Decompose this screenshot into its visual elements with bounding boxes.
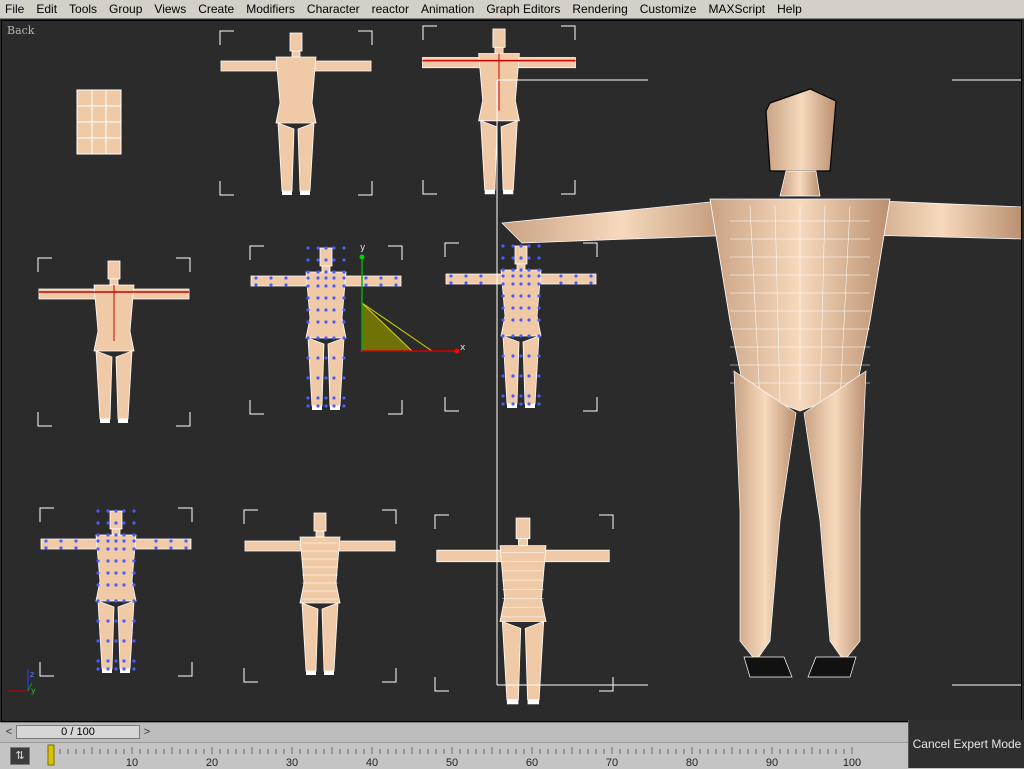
menu-views[interactable]: Views: [148, 0, 192, 18]
current-frame-marker[interactable]: [47, 744, 55, 766]
menu-reactor[interactable]: reactor: [366, 0, 415, 18]
menu-bar: File Edit Tools Group Views Create Modifiers Ch…: [0, 0, 1024, 19]
ruler-tick-label: 20: [206, 757, 218, 769]
menu-create[interactable]: Create: [192, 0, 240, 18]
character-figure[interactable]: [40, 509, 192, 673]
menu-graph-editors[interactable]: Graph Editors: [480, 0, 566, 18]
ruler-tick-label: 80: [686, 757, 698, 769]
menu-tools[interactable]: Tools: [63, 0, 103, 18]
menu-animation[interactable]: Animation: [415, 0, 480, 18]
time-slider[interactable]: 0 / 100: [16, 725, 140, 739]
menu-file[interactable]: File: [0, 0, 30, 18]
menu-help[interactable]: Help: [771, 0, 808, 18]
character-figure[interactable]: [220, 32, 372, 195]
time-slider-next-button[interactable]: >: [140, 725, 154, 740]
character-models[interactable]: [37, 25, 1022, 705]
character-figure[interactable]: [445, 244, 597, 408]
world-axis-tripod: z y: [8, 669, 36, 695]
menu-character[interactable]: Character: [301, 0, 366, 18]
ruler-tick-label: 90: [766, 757, 778, 769]
ruler-tick-label: 10: [126, 757, 138, 769]
character-figure[interactable]: [244, 512, 396, 675]
menu-modifiers[interactable]: Modifiers: [240, 0, 301, 18]
time-slider-bar: < 0 / 100 >: [0, 722, 1024, 743]
viewport-back[interactable]: Back y x z y: [1, 20, 1022, 722]
box-primitive[interactable]: [76, 89, 122, 155]
character-figure[interactable]: [436, 517, 610, 705]
cancel-expert-mode-button[interactable]: Cancel Expert Mode: [908, 720, 1024, 768]
menu-customize[interactable]: Customize: [634, 0, 703, 18]
svg-text:y: y: [31, 686, 36, 695]
menu-group[interactable]: Group: [103, 0, 148, 18]
character-figure[interactable]: [38, 260, 190, 423]
menu-maxscript[interactable]: MAXScript: [702, 0, 771, 18]
gizmo-x-label: x: [460, 343, 466, 353]
frame-ruler[interactable]: 10 20 30 40 50 60 70 80 90 100: [40, 743, 910, 769]
transform-gizmo[interactable]: y x: [359, 243, 467, 354]
ruler-tick-label: 50: [446, 757, 458, 769]
time-slider-previous-button[interactable]: <: [2, 725, 16, 740]
svg-text:z: z: [30, 670, 34, 679]
menu-edit[interactable]: Edit: [30, 0, 63, 18]
gizmo-y-label: y: [360, 243, 366, 253]
ruler-tick-label: 100: [843, 757, 861, 769]
viewport-scene[interactable]: y x z y: [2, 21, 1022, 722]
character-figure[interactable]: [422, 28, 576, 195]
ruler-tick-label: 30: [286, 757, 298, 769]
key-mode-icon[interactable]: ⇅: [10, 747, 30, 765]
menu-rendering[interactable]: Rendering: [566, 0, 633, 18]
ruler-tick-label: 60: [526, 757, 538, 769]
ruler-tick-label: 70: [606, 757, 618, 769]
track-bar[interactable]: ⇅ 10 20 30 40 50 60 70 80 90 100: [0, 742, 1024, 769]
character-figure-large[interactable]: [496, 79, 1022, 686]
ruler-tick-label: 40: [366, 757, 378, 769]
